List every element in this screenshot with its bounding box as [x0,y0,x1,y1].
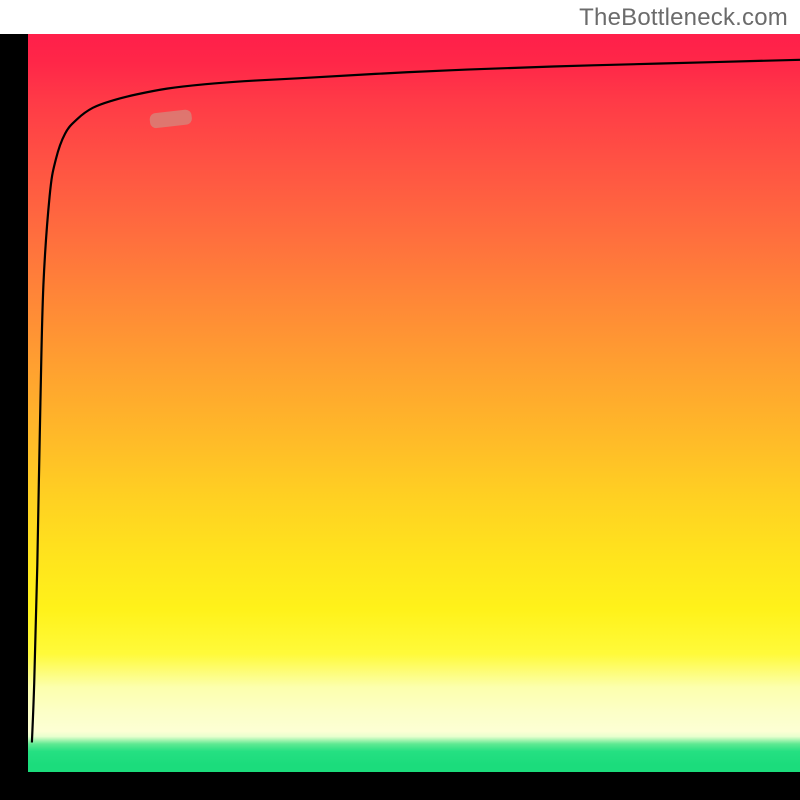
gradient-plot-area [28,34,800,772]
x-axis-bar [0,772,800,800]
bottleneck-chart: TheBottleneck.com [0,0,800,800]
y-axis-bar [0,34,28,772]
watermark-label: TheBottleneck.com [579,4,788,32]
